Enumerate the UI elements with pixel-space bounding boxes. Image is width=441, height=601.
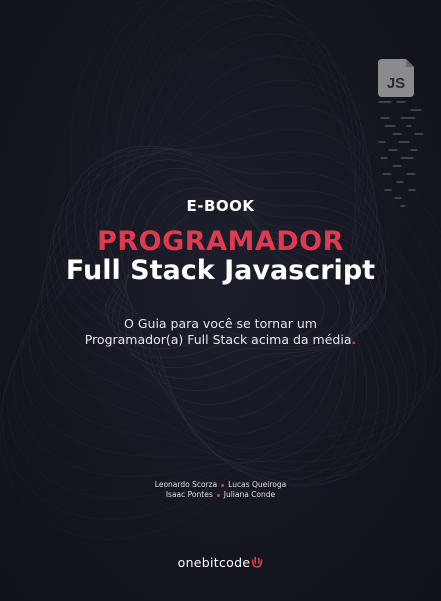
wave-lines-decoration bbox=[0, 0, 441, 540]
ebook-cover: JS E-BOOK PROGRAMADOR Full Stack Javascr… bbox=[0, 0, 441, 601]
brand-name: onebitcode bbox=[177, 555, 251, 570]
title-line-2: Full Stack Javascript bbox=[65, 255, 376, 286]
subtitle-line-2-text: Programador(a) Full Stack acima da média bbox=[84, 332, 352, 347]
subtitle-line-1: O Guia para você se tornar um bbox=[124, 316, 317, 331]
wave-line bbox=[49, 104, 375, 482]
brand-logo: onebitcode bbox=[0, 555, 441, 570]
author-name: Lucas Queiroga bbox=[228, 480, 287, 489]
subtitle-dot: . bbox=[351, 332, 357, 347]
authors-row-2: Isaac Pontes Juliana Conde bbox=[0, 490, 441, 500]
author-separator-dot bbox=[221, 483, 225, 487]
subtitle: O Guia para você se tornar um Programado… bbox=[0, 316, 441, 348]
ebook-label: E-BOOK bbox=[186, 197, 255, 215]
authors-row-1: Leonardo Scorza Lucas Queiroga bbox=[0, 480, 441, 490]
javascript-file-icon: JS bbox=[378, 59, 414, 97]
authors-block: Leonardo Scorza Lucas Queiroga Isaac Pont… bbox=[0, 480, 441, 500]
subtitle-line-2: Programador(a) Full Stack acima da média… bbox=[0, 332, 441, 348]
wave-line bbox=[65, 145, 384, 449]
author-name: Juliana Conde bbox=[223, 490, 276, 499]
author-separator-dot bbox=[216, 493, 220, 497]
title-line-1: PROGRAMADOR bbox=[97, 226, 344, 257]
onebitcode-logo-icon bbox=[252, 556, 263, 568]
js-icon-label: JS bbox=[387, 75, 405, 92]
author-name: Leonardo Scorza bbox=[154, 480, 218, 489]
author-name: Isaac Pontes bbox=[165, 490, 213, 499]
